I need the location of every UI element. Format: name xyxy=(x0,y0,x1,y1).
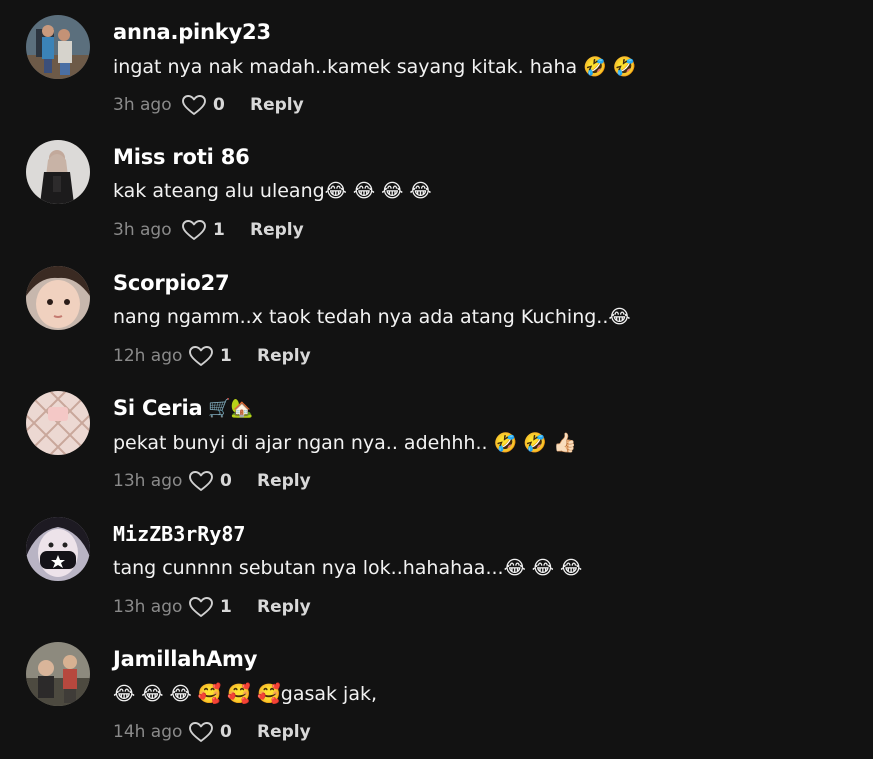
username[interactable]: Si Ceria 🛒🏡 xyxy=(113,396,253,420)
comment-meta: 13h ago 0 Reply xyxy=(113,470,311,492)
comment-text: tang cunnnn sebutan nya lok..hahahaa...😂… xyxy=(113,557,583,579)
reply-button[interactable]: Reply xyxy=(257,346,311,366)
timestamp: 14h ago xyxy=(113,722,183,742)
like-button[interactable]: 1 xyxy=(188,345,252,367)
avatar[interactable] xyxy=(26,642,90,706)
heart-outline-icon xyxy=(182,95,206,115)
comment-list: anna.pinky23 ingat nya nak madah..kamek … xyxy=(0,0,873,759)
comment-meta: 12h ago 1 Reply xyxy=(113,345,311,367)
username[interactable]: Miss roti 86 xyxy=(113,145,250,169)
comment-meta: 14h ago 0 Reply xyxy=(113,721,311,743)
avatar[interactable] xyxy=(26,391,90,455)
timestamp: 13h ago xyxy=(113,597,183,617)
comment-item: anna.pinky23 ingat nya nak madah..kamek … xyxy=(0,0,873,126)
like-count: 0 xyxy=(220,471,232,491)
like-count: 0 xyxy=(213,95,225,115)
timestamp: 3h ago xyxy=(113,95,172,115)
timestamp: 3h ago xyxy=(113,220,172,240)
comment-meta: 3h ago 0 Reply xyxy=(113,94,304,116)
like-count: 1 xyxy=(220,597,232,617)
reply-button[interactable]: Reply xyxy=(257,722,311,742)
like-button[interactable]: 0 xyxy=(188,470,252,492)
like-button[interactable]: 1 xyxy=(181,219,245,241)
reply-button[interactable]: Reply xyxy=(250,220,304,240)
like-button[interactable]: 1 xyxy=(188,596,252,618)
comment-text: 😂 😂 😂 🥰 🥰 🥰gasak jak, xyxy=(113,683,378,705)
username-text: Si Ceria xyxy=(113,396,203,420)
timestamp: 13h ago xyxy=(113,471,183,491)
avatar[interactable] xyxy=(26,517,90,581)
heart-outline-icon xyxy=(189,722,213,742)
comment-text: kak ateang alu uleang😂 😂 😂 😂 xyxy=(113,180,432,202)
reply-button[interactable]: Reply xyxy=(257,597,311,617)
avatar[interactable] xyxy=(26,266,90,330)
like-count: 0 xyxy=(220,722,232,742)
comment-text: pekat bunyi di ajar ngan nya.. adehhh.. … xyxy=(113,432,577,454)
comment-item: Scorpio27 nang ngamm..x taok tedah nya a… xyxy=(0,251,873,377)
heart-outline-icon xyxy=(189,346,213,366)
avatar[interactable] xyxy=(26,140,90,204)
like-button[interactable]: 0 xyxy=(181,94,245,116)
comment-item: MizZB3rRy87 tang cunnnn sebutan nya lok.… xyxy=(0,502,873,628)
avatar[interactable] xyxy=(26,15,90,79)
comment-text: ingat nya nak madah..kamek sayang kitak.… xyxy=(113,56,637,78)
comment-item: Miss roti 86 kak ateang alu uleang😂 😂 😂 … xyxy=(0,125,873,251)
username[interactable]: anna.pinky23 xyxy=(113,20,271,44)
username-badges: 🛒🏡 xyxy=(208,398,253,419)
comment-item: JamillahAmy 😂 😂 😂 🥰 🥰 🥰gasak jak, 14h ag… xyxy=(0,627,873,753)
username[interactable]: Scorpio27 xyxy=(113,271,230,295)
like-button[interactable]: 0 xyxy=(188,721,252,743)
heart-outline-icon xyxy=(189,597,213,617)
reply-button[interactable]: Reply xyxy=(257,471,311,491)
username[interactable]: JamillahAmy xyxy=(113,647,257,671)
username[interactable]: MizZB3rRy87 xyxy=(113,522,245,546)
like-count: 1 xyxy=(220,346,232,366)
heart-outline-icon xyxy=(182,220,206,240)
like-count: 1 xyxy=(213,220,225,240)
heart-outline-icon xyxy=(189,471,213,491)
comment-meta: 3h ago 1 Reply xyxy=(113,219,304,241)
comment-meta: 13h ago 1 Reply xyxy=(113,596,311,618)
timestamp: 12h ago xyxy=(113,346,183,366)
comment-text: nang ngamm..x taok tedah nya ada atang K… xyxy=(113,306,631,328)
comment-item: Si Ceria 🛒🏡 pekat bunyi di ajar ngan nya.… xyxy=(0,376,873,502)
reply-button[interactable]: Reply xyxy=(250,95,304,115)
